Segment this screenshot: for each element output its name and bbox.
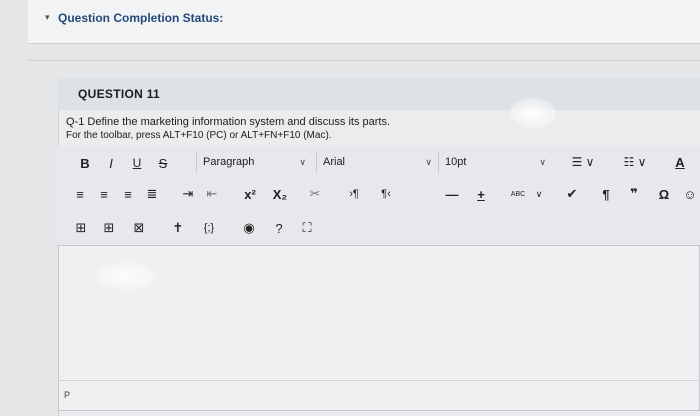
table-icon[interactable]: ⊞ xyxy=(70,218,92,238)
element-path-bar: P xyxy=(58,380,700,412)
blockquote-button[interactable]: ❞ xyxy=(624,184,644,204)
unlink-icon[interactable]: ✂ xyxy=(304,184,326,204)
numbered-list-icon[interactable]: ☷ ∨ xyxy=(618,152,652,172)
paragraph-format-value: Paragraph xyxy=(203,156,255,168)
italic-button[interactable]: I xyxy=(102,154,120,172)
fullscreen-icon[interactable]: ⛶ xyxy=(296,218,318,238)
align-justify-icon[interactable]: ≣ xyxy=(142,184,162,204)
chevron-down-icon: ∨ xyxy=(299,156,306,167)
toolbar-hint: For the toolbar, press ALT+F10 (PC) or A… xyxy=(66,130,332,141)
horizontal-rule-button[interactable]: — xyxy=(442,184,462,204)
insert-button[interactable]: + xyxy=(470,184,492,204)
divider xyxy=(28,60,700,61)
emoji-icon[interactable]: ☺ xyxy=(682,184,698,204)
editor-toolbar: B I U S Paragraph ∨ Arial ∨ 10pt ∨ ☰ ∨ ☷… xyxy=(58,146,700,246)
question-title: QUESTION 11 xyxy=(78,87,160,101)
strikethrough-button[interactable]: S xyxy=(154,154,172,172)
indent-icon[interactable]: ⇥ xyxy=(178,184,198,204)
help-icon[interactable]: ? xyxy=(268,218,290,238)
check-icon[interactable]: ✔ xyxy=(562,184,582,204)
special-character-button[interactable]: Ω xyxy=(654,184,674,204)
align-right-icon[interactable]: ≡ xyxy=(118,184,138,204)
chevron-down-icon: ∨ xyxy=(539,156,546,167)
spellcheck-label: ABC xyxy=(510,190,526,198)
text-color-button[interactable]: A xyxy=(670,152,690,172)
font-size-value: 10pt xyxy=(445,156,467,168)
font-family-value: Arial xyxy=(323,156,346,168)
accessibility-icon[interactable]: ✝ xyxy=(168,218,188,238)
status-bar: ▾ Question Completion Status: xyxy=(28,0,700,44)
bold-button[interactable]: B xyxy=(76,154,94,172)
font-family-select[interactable]: Arial ∨ xyxy=(316,151,438,173)
editor-body[interactable] xyxy=(59,247,699,377)
paragraph-mark-button[interactable]: ¶ xyxy=(596,184,616,204)
bullet-list-icon[interactable]: ☰ ∨ xyxy=(566,152,600,172)
table-row-icon[interactable]: ⊞ xyxy=(98,218,120,238)
question-text: Q-1 Define the marketing information sys… xyxy=(66,116,391,128)
table-cell-icon[interactable]: ⊠ xyxy=(128,218,150,238)
superscript-button[interactable]: x² xyxy=(238,184,262,204)
subscript-button[interactable]: X₂ xyxy=(268,184,292,204)
rtl-icon[interactable]: ¶‹ xyxy=(374,184,398,204)
outdent-icon[interactable]: ⇤ xyxy=(202,184,222,204)
element-path: P xyxy=(64,390,71,400)
chevron-down-icon[interactable]: ∨ xyxy=(532,184,546,204)
paragraph-format-select[interactable]: Paragraph ∨ xyxy=(196,151,312,173)
ltr-icon[interactable]: ›¶ xyxy=(342,184,366,204)
completion-status-label: Question Completion Status: xyxy=(58,11,224,25)
preview-icon[interactable]: ◉ xyxy=(238,218,260,238)
spellcheck-button[interactable]: ABC xyxy=(504,184,532,204)
screen-glare xyxy=(96,262,156,290)
align-center-icon[interactable]: ≡ xyxy=(94,184,114,204)
collapse-icon[interactable]: ▾ xyxy=(45,12,50,23)
align-left-icon[interactable]: ≡ xyxy=(70,184,90,204)
underline-button[interactable]: U xyxy=(128,154,146,172)
screen-glare xyxy=(510,98,556,128)
font-size-select[interactable]: 10pt ∨ xyxy=(438,151,552,173)
chevron-down-icon: ∨ xyxy=(425,156,432,167)
source-code-icon[interactable]: {;} xyxy=(196,218,222,238)
